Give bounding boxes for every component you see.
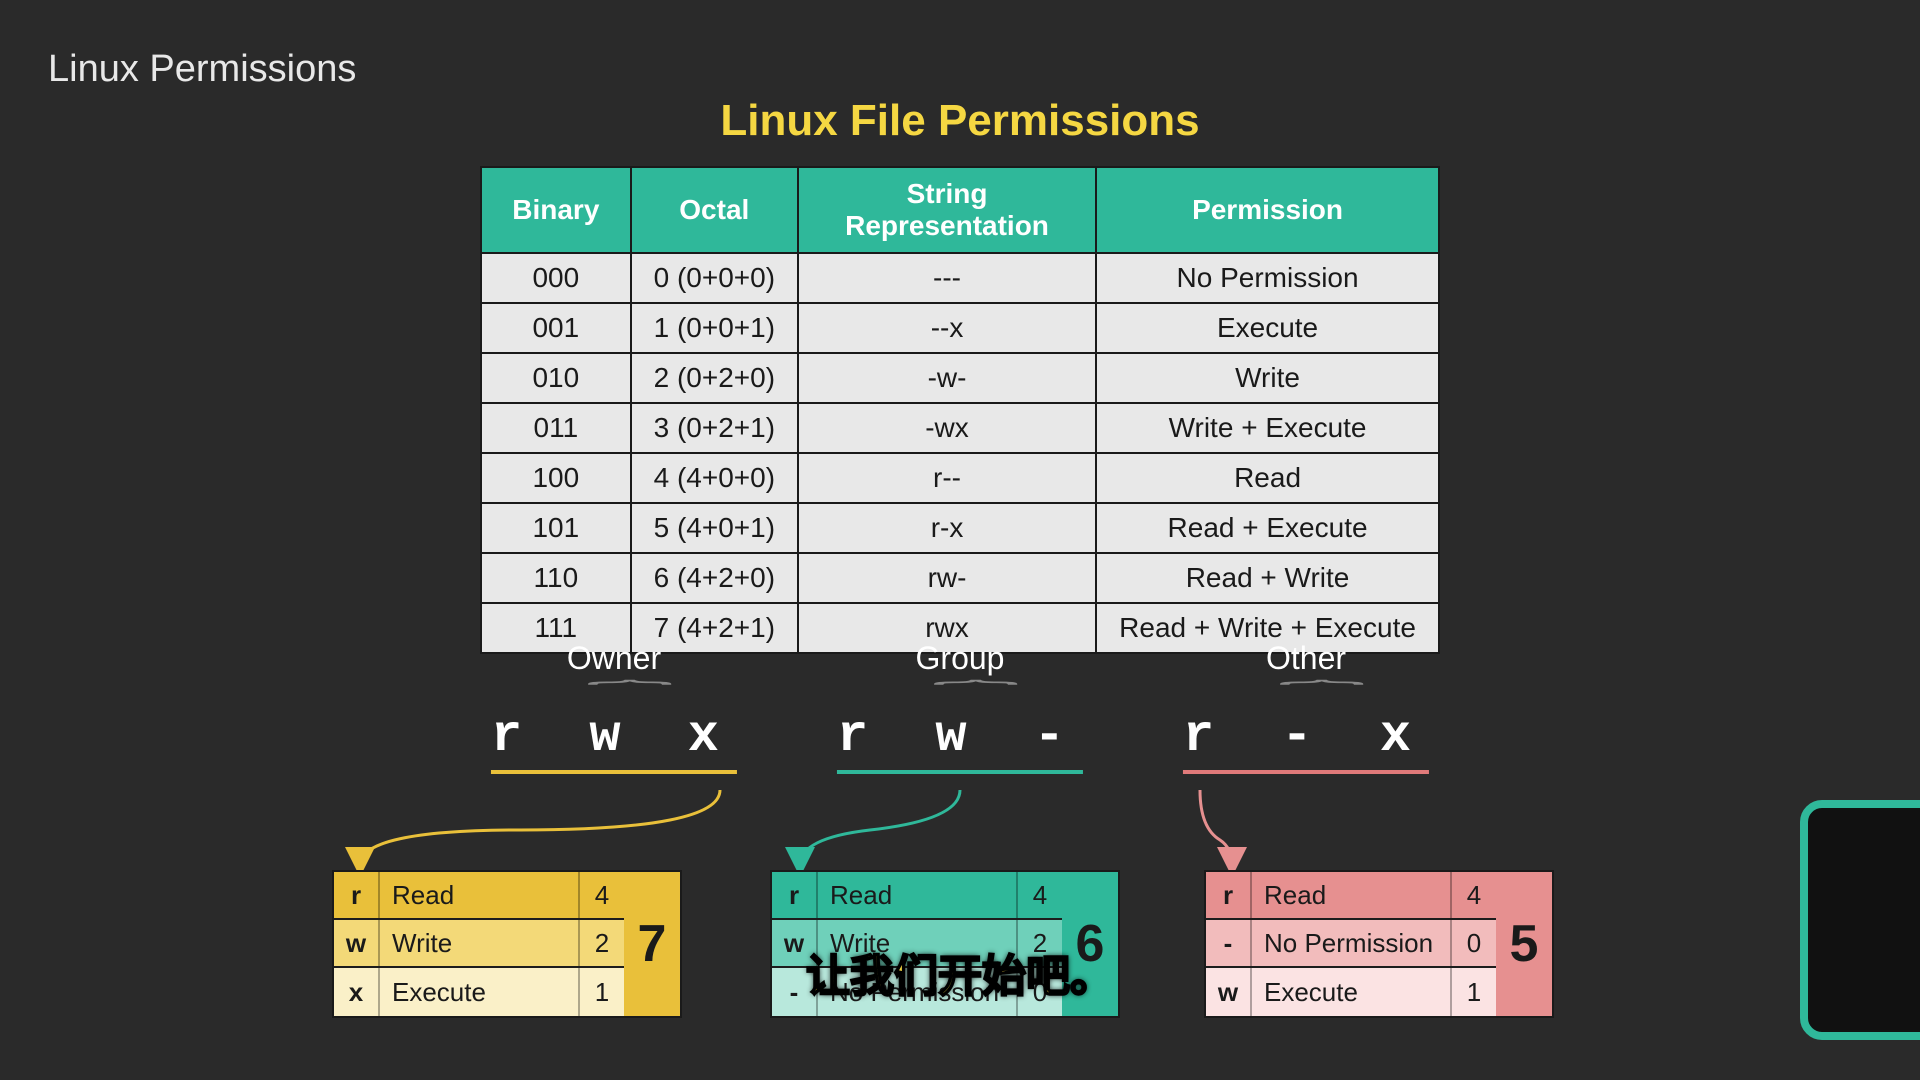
table-cell: 000 — [481, 253, 631, 303]
table-cell: Write — [1096, 353, 1439, 403]
mini-total-owner: 7 — [624, 872, 680, 1016]
brace-icon: ⏞ — [587, 687, 641, 698]
table-row: 0102 (0+2+0)-w-Write — [481, 353, 1439, 403]
mini-cell: r — [772, 872, 818, 918]
mini-cell: Write — [380, 920, 580, 966]
mini-cell: Read — [818, 872, 1018, 918]
table-cell: 011 — [481, 403, 631, 453]
mini-cell: 1 — [1452, 968, 1496, 1016]
value-owner: r w x — [491, 707, 737, 774]
table-cell: 4 (4+0+0) — [631, 453, 798, 503]
video-subtitle: 让我们开始吧。 — [806, 940, 1114, 1004]
triplet-owner: Owner ⏞ r w x — [491, 640, 737, 774]
table-cell: 5 (4+0+1) — [631, 503, 798, 553]
mini-cell: - — [1206, 920, 1252, 966]
triplet-group: Group ⏞ r w - — [837, 640, 1083, 774]
table-cell: 110 — [481, 553, 631, 603]
table-cell: 1 (0+0+1) — [631, 303, 798, 353]
mini-cell: w — [334, 920, 380, 966]
mini-row: wExecute1 — [1206, 968, 1496, 1016]
table-row: 1004 (4+0+0)r--Read — [481, 453, 1439, 503]
mini-cell: w — [1206, 968, 1252, 1016]
table-cell: 6 (4+2+0) — [631, 553, 798, 603]
mini-row: wWrite2 — [334, 920, 624, 968]
mini-row: rRead4 — [772, 872, 1062, 920]
table-row: 0011 (0+0+1)--xExecute — [481, 303, 1439, 353]
brace-icon: ⏞ — [1279, 687, 1333, 698]
mini-cell: 4 — [1018, 872, 1062, 918]
th-string: String Representation — [798, 167, 1096, 253]
table-cell: 100 — [481, 453, 631, 503]
table-cell: 3 (0+2+1) — [631, 403, 798, 453]
mini-cell: 4 — [580, 872, 624, 918]
table-cell: -w- — [798, 353, 1096, 403]
table-row: 1015 (4+0+1)r-xRead + Execute — [481, 503, 1439, 553]
table-row: 0113 (0+2+1)-wxWrite + Execute — [481, 403, 1439, 453]
table-cell: 0 (0+0+0) — [631, 253, 798, 303]
mini-cell: 4 — [1452, 872, 1496, 918]
main-title: Linux File Permissions — [720, 96, 1199, 146]
table-row: 0000 (0+0+0)---No Permission — [481, 253, 1439, 303]
table-cell: 010 — [481, 353, 631, 403]
table-cell: Execute — [1096, 303, 1439, 353]
table-cell: Read + Execute — [1096, 503, 1439, 553]
table-cell: 101 — [481, 503, 631, 553]
label-group: Group — [916, 640, 1005, 677]
th-permission: Permission — [1096, 167, 1439, 253]
mini-cell: No Permission — [1252, 920, 1452, 966]
table-cell: --- — [798, 253, 1096, 303]
value-other: r - x — [1183, 707, 1429, 774]
mini-table-other: rRead4-No Permission0wExecute1 5 — [1204, 870, 1554, 1018]
page-title: Linux Permissions — [48, 48, 356, 91]
mini-cell: 2 — [580, 920, 624, 966]
table-cell: rw- — [798, 553, 1096, 603]
value-group: r w - — [837, 707, 1083, 774]
mini-table-owner: rRead4wWrite2xExecute1 7 — [332, 870, 682, 1018]
label-owner: Owner — [567, 640, 661, 677]
table-cell: r-x — [798, 503, 1096, 553]
mini-row: rRead4 — [334, 872, 624, 920]
mini-cell: Read — [1252, 872, 1452, 918]
table-cell: --x — [798, 303, 1096, 353]
mini-cell: 0 — [1452, 920, 1496, 966]
mini-row: rRead4 — [1206, 872, 1496, 920]
triplet-other: Other ⏞ r - x — [1183, 640, 1429, 774]
permissions-table: Binary Octal String Representation Permi… — [480, 166, 1440, 654]
table-cell: r-- — [798, 453, 1096, 503]
brace-icon: ⏞ — [933, 687, 987, 698]
mini-cell: 1 — [580, 968, 624, 1016]
mini-cell: Read — [380, 872, 580, 918]
table-cell: 001 — [481, 303, 631, 353]
th-binary: Binary — [481, 167, 631, 253]
mini-row: -No Permission0 — [1206, 920, 1496, 968]
mini-total-other: 5 — [1496, 872, 1552, 1016]
mini-cell: r — [1206, 872, 1252, 918]
mini-cell: Execute — [1252, 968, 1452, 1016]
table-cell: Read + Write — [1096, 553, 1439, 603]
table-cell: 2 (0+2+0) — [631, 353, 798, 403]
mini-cell: x — [334, 968, 380, 1016]
th-octal: Octal — [631, 167, 798, 253]
table-cell: -wx — [798, 403, 1096, 453]
label-other: Other — [1266, 640, 1346, 677]
mini-cell: Execute — [380, 968, 580, 1016]
table-cell: Read — [1096, 453, 1439, 503]
mini-row: xExecute1 — [334, 968, 624, 1016]
table-cell: No Permission — [1096, 253, 1439, 303]
table-row: 1106 (4+2+0)rw-Read + Write — [481, 553, 1439, 603]
triplet-row: Owner ⏞ r w x Group ⏞ r w - Other ⏞ r - … — [491, 640, 1429, 774]
table-cell: Write + Execute — [1096, 403, 1439, 453]
speaker-webcam — [1800, 800, 1920, 1040]
mini-cell: r — [334, 872, 380, 918]
